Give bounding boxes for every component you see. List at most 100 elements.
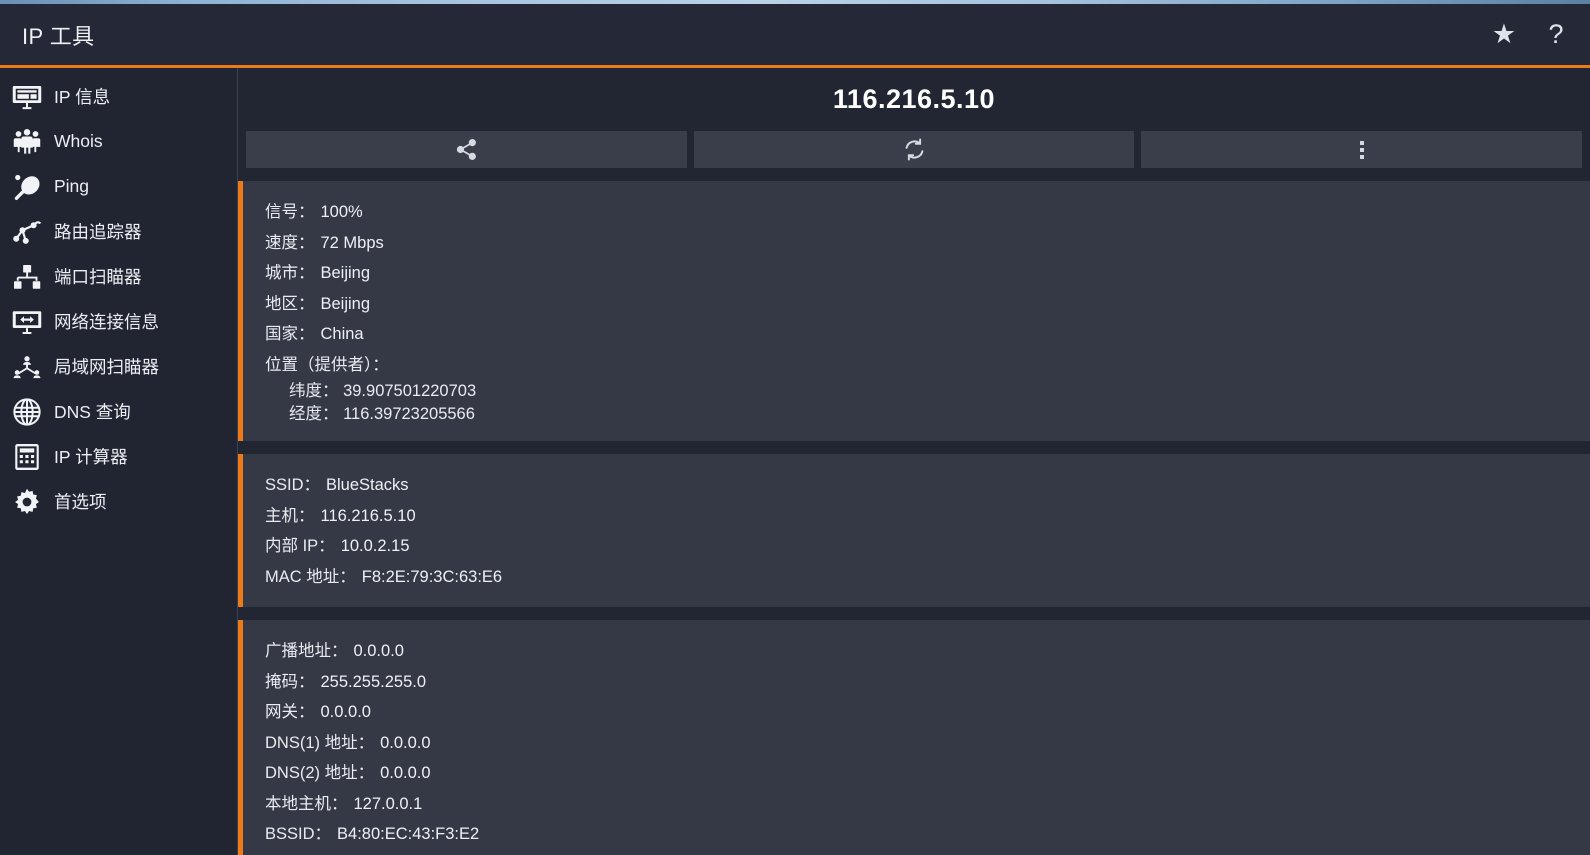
- route-trace-icon: [6, 211, 48, 253]
- ip-tools-app: IP 工具 ★ ? IP 信息: [0, 0, 1590, 855]
- connection-info-card: SSID： BlueStacks 主机： 116.216.5.10 内部 IP：…: [238, 454, 1590, 607]
- ip-address-heading: 116.216.5.10: [238, 68, 1590, 131]
- info-key: MAC 地址：: [265, 562, 356, 593]
- info-key: 广播地址：: [265, 636, 348, 667]
- sidebar-item-ping[interactable]: Ping: [0, 164, 237, 209]
- info-key: 城市：: [265, 258, 315, 289]
- info-value: 0.0.0.0: [321, 697, 371, 728]
- info-row: 主机： 116.216.5.10: [265, 501, 1590, 532]
- ping-pong-paddle-icon: [6, 166, 48, 208]
- gear-icon: [6, 481, 48, 523]
- main-content: 116.216.5.10: [238, 68, 1590, 855]
- info-value: 116.216.5.10: [321, 501, 416, 532]
- location-info-card: 信号： 100% 速度： 72 Mbps 城市： Beijing 地区： Bei…: [238, 181, 1590, 441]
- info-row: 本地主机： 127.0.0.1: [265, 789, 1590, 820]
- lan-scan-icon: [6, 346, 48, 388]
- share-button[interactable]: [246, 131, 687, 168]
- network-connection-icon: [6, 301, 48, 343]
- info-value: Beijing: [321, 289, 371, 320]
- sidebar-item-preferences[interactable]: 首选项: [0, 479, 237, 524]
- info-row: SSID： BlueStacks: [265, 470, 1590, 501]
- info-key: 信号：: [265, 197, 315, 228]
- info-cards: 信号： 100% 速度： 72 Mbps 城市： Beijing 地区： Bei…: [238, 168, 1590, 855]
- info-value: 127.0.0.1: [354, 789, 423, 820]
- page-title: IP 工具: [22, 19, 95, 51]
- network-details-card: 广播地址： 0.0.0.0 掩码： 255.255.255.0 网关： 0.0.…: [238, 620, 1590, 855]
- info-key: 本地主机：: [265, 789, 348, 820]
- info-key: 主机：: [265, 501, 315, 532]
- info-value: China: [321, 319, 364, 350]
- sidebar-item-label: 端口扫瞄器: [54, 264, 142, 289]
- sidebar-item-dns-lookup[interactable]: DNS 查询: [0, 389, 237, 434]
- info-key: DNS(1) 地址：: [265, 728, 374, 759]
- sidebar-item-label: Ping: [54, 176, 89, 197]
- calculator-icon: [6, 436, 48, 478]
- info-value: 10.0.2.15: [341, 531, 410, 562]
- people-icon: [6, 121, 48, 163]
- info-value: 72 Mbps: [321, 228, 384, 259]
- sidebar-item-lan-scanner[interactable]: 局域网扫瞄器: [0, 344, 237, 389]
- latitude-row: 纬度： 39.907501220703: [265, 380, 1590, 403]
- sidebar-item-label: 首选项: [54, 489, 107, 514]
- share-icon: [454, 137, 479, 162]
- globe-icon: [6, 391, 48, 433]
- info-key: 内部 IP：: [265, 531, 335, 562]
- more-vertical-icon: [1360, 141, 1364, 159]
- info-value: F8:2E:79:3C:63:E6: [362, 562, 502, 593]
- info-value: 0.0.0.0: [380, 728, 430, 759]
- sidebar-item-label: 网络连接信息: [54, 309, 159, 334]
- info-row: 租赁期限： 0: [265, 850, 1590, 855]
- refresh-icon: [902, 137, 927, 162]
- info-row: 信号： 100%: [265, 197, 1590, 228]
- sidebar-item-ip-info[interactable]: IP 信息: [0, 74, 237, 119]
- info-row: 国家： China: [265, 319, 1590, 350]
- app-bar: IP 工具 ★ ?: [0, 4, 1590, 65]
- info-row: 地区： Beijing: [265, 289, 1590, 320]
- info-value: B4:80:EC:43:F3:E2: [337, 819, 479, 850]
- info-key: 地区：: [265, 289, 315, 320]
- star-icon[interactable]: ★: [1478, 4, 1530, 65]
- info-value: Beijing: [321, 258, 371, 289]
- info-key: 国家：: [265, 319, 315, 350]
- info-row: 速度： 72 Mbps: [265, 228, 1590, 259]
- info-key: 租赁期限：: [265, 850, 348, 855]
- refresh-button[interactable]: [694, 131, 1135, 168]
- sidebar-item-label: DNS 查询: [54, 399, 131, 424]
- info-row: DNS(1) 地址： 0.0.0.0: [265, 728, 1590, 759]
- sidebar-item-port-scanner[interactable]: 端口扫瞄器: [0, 254, 237, 299]
- action-button-row: [238, 131, 1590, 168]
- info-value: 255.255.255.0: [321, 667, 427, 698]
- sidebar-item-label: 路由追踪器: [54, 219, 142, 244]
- info-key: 掩码：: [265, 667, 315, 698]
- info-key: 速度：: [265, 228, 315, 259]
- sidebar-item-ip-calculator[interactable]: IP 计算器: [0, 434, 237, 479]
- info-key: SSID：: [265, 470, 320, 501]
- info-row: DNS(2) 地址： 0.0.0.0: [265, 758, 1590, 789]
- port-scan-icon: [6, 256, 48, 298]
- longitude-row: 经度： 116.39723205566: [265, 403, 1590, 426]
- sidebar-item-network-connection[interactable]: 网络连接信息: [0, 299, 237, 344]
- info-value: 0: [354, 850, 363, 855]
- help-icon[interactable]: ?: [1530, 4, 1582, 65]
- info-row: BSSID： B4:80:EC:43:F3:E2: [265, 819, 1590, 850]
- sidebar-item-whois[interactable]: Whois: [0, 119, 237, 164]
- info-key: BSSID：: [265, 819, 331, 850]
- sidebar-item-traceroute[interactable]: 路由追踪器: [0, 209, 237, 254]
- info-row: 广播地址： 0.0.0.0: [265, 636, 1590, 667]
- info-value: 0.0.0.0: [354, 636, 404, 667]
- info-row: 网关： 0.0.0.0: [265, 697, 1590, 728]
- overflow-button[interactable]: [1141, 131, 1582, 168]
- info-row: 城市： Beijing: [265, 258, 1590, 289]
- sidebar-item-label: 局域网扫瞄器: [54, 354, 159, 379]
- sidebar: IP 信息 Whois: [0, 68, 237, 855]
- info-row: MAC 地址： F8:2E:79:3C:63:E6: [265, 562, 1590, 593]
- info-value: 100%: [321, 197, 363, 228]
- info-value: 0.0.0.0: [380, 758, 430, 789]
- monitor-icon: [6, 76, 48, 118]
- sidebar-item-label: IP 信息: [54, 84, 110, 109]
- sidebar-item-label: Whois: [54, 131, 103, 152]
- location-provider-heading: 位置（提供者）：: [265, 350, 1590, 381]
- info-row: 掩码： 255.255.255.0: [265, 667, 1590, 698]
- sidebar-item-label: IP 计算器: [54, 444, 128, 469]
- info-key: 网关：: [265, 697, 315, 728]
